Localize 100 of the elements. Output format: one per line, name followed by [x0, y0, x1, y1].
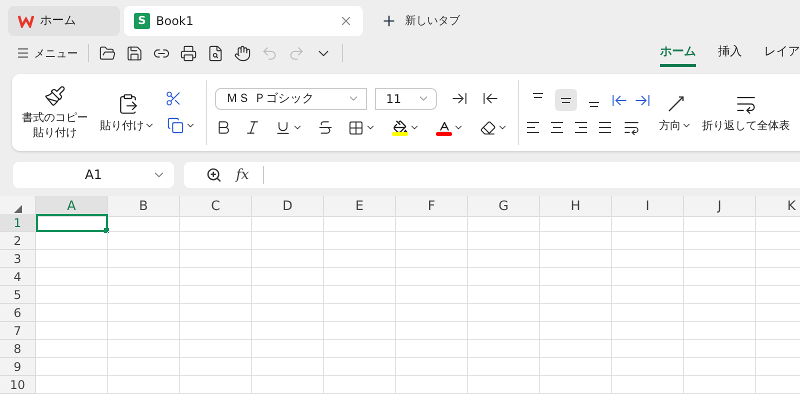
sheet-cell[interactable]	[252, 268, 324, 286]
align-center-icon[interactable]	[551, 122, 563, 133]
folder-icon[interactable]	[99, 44, 116, 62]
hand-icon[interactable]	[234, 44, 251, 62]
ribbon-tab[interactable]: レイア	[764, 39, 800, 67]
sheet-cell[interactable]	[108, 232, 180, 250]
sheet-cell[interactable]	[108, 358, 180, 376]
sheet-cell[interactable]	[396, 286, 468, 304]
paste-button[interactable]: 貼り付け	[98, 90, 157, 134]
sheet-cell[interactable]	[180, 232, 252, 250]
sheet-cell[interactable]	[684, 268, 756, 286]
sheet-cell[interactable]	[684, 250, 756, 268]
sheet-cell[interactable]	[396, 340, 468, 358]
sheet-cell[interactable]	[612, 322, 684, 340]
row-header[interactable]: 2	[0, 232, 36, 250]
sheet-cell[interactable]	[612, 268, 684, 286]
sheet-cell[interactable]	[180, 376, 252, 394]
sheet-cell[interactable]	[612, 376, 684, 394]
justify-icon[interactable]	[599, 122, 611, 133]
row-header[interactable]: 9	[0, 358, 36, 376]
sheet-cell[interactable]	[180, 304, 252, 322]
sheet-cell[interactable]	[540, 340, 612, 358]
sheet-cell[interactable]	[396, 322, 468, 340]
sheet-cell[interactable]	[36, 268, 108, 286]
sheet-cell[interactable]	[108, 340, 180, 358]
column-header[interactable]: K	[756, 196, 800, 217]
sheet-cell[interactable]	[612, 304, 684, 322]
vertical-align-button[interactable]	[555, 89, 577, 111]
sheet-cell[interactable]	[36, 286, 108, 304]
sheet-cell[interactable]	[108, 286, 180, 304]
sheet-cell[interactable]	[468, 286, 540, 304]
sheet-cell[interactable]	[540, 376, 612, 394]
sheet-cell[interactable]	[252, 250, 324, 268]
sheet-cell[interactable]	[540, 358, 612, 376]
sheet-cell[interactable]	[684, 214, 756, 232]
align-right-icon[interactable]	[575, 122, 587, 133]
sheet-cell[interactable]	[540, 214, 612, 232]
sheet-cell[interactable]	[36, 250, 108, 268]
sheet-cell[interactable]	[540, 232, 612, 250]
formula-bar[interactable]: fx	[184, 162, 800, 188]
sheet-cell[interactable]	[540, 250, 612, 268]
sheet-cell[interactable]	[180, 268, 252, 286]
strikethrough-icon[interactable]	[317, 119, 334, 136]
sheet-cell[interactable]	[324, 340, 396, 358]
sheet-cell[interactable]	[36, 376, 108, 394]
sheet-cell[interactable]	[252, 304, 324, 322]
save-icon[interactable]	[126, 44, 143, 62]
new-tab-label[interactable]: 新しいタブ	[405, 13, 460, 28]
zoom-icon[interactable]	[206, 167, 222, 183]
sheet-cell[interactable]	[324, 214, 396, 232]
sheet-cell[interactable]	[396, 376, 468, 394]
sheet-cell[interactable]	[468, 322, 540, 340]
sheet-cell[interactable]	[540, 286, 612, 304]
ribbon-tab[interactable]: ホーム	[660, 39, 696, 67]
sheet-cell[interactable]	[180, 322, 252, 340]
font-name-select[interactable]: ＭＳ Ｐゴシック	[215, 88, 367, 110]
ribbon-tab[interactable]: 挿入	[718, 39, 742, 67]
sheet-cell[interactable]	[324, 376, 396, 394]
row-header[interactable]: 6	[0, 304, 36, 322]
column-header[interactable]: D	[252, 196, 324, 217]
sheet-cell[interactable]	[468, 250, 540, 268]
sheet-cell[interactable]	[612, 286, 684, 304]
font-size-select[interactable]: 11	[375, 88, 437, 110]
sheet-cell[interactable]	[180, 358, 252, 376]
name-box[interactable]: A1	[13, 162, 174, 188]
sheet-cell[interactable]	[324, 286, 396, 304]
sheet-cell[interactable]	[468, 214, 540, 232]
sheet-cell[interactable]	[684, 304, 756, 322]
orientation-button[interactable]: 方向	[657, 90, 694, 134]
sheet-cell[interactable]	[612, 232, 684, 250]
sheet-cell[interactable]	[540, 322, 612, 340]
wrap-text-button[interactable]: 折り返して全体表	[700, 90, 792, 134]
sheet-cell[interactable]	[180, 250, 252, 268]
row-header[interactable]: 3	[0, 250, 36, 268]
print-preview-icon[interactable]	[207, 44, 224, 62]
sheet-cell[interactable]	[684, 286, 756, 304]
sheet-cell[interactable]	[252, 214, 324, 232]
sheet-cell[interactable]	[324, 304, 396, 322]
align-left-icon[interactable]	[527, 122, 539, 133]
browser-tab[interactable]: ホーム	[8, 6, 120, 36]
sheet-cell[interactable]	[252, 232, 324, 250]
sheet-cell[interactable]	[36, 304, 108, 322]
sheet-cell[interactable]	[108, 322, 180, 340]
column-header[interactable]: A	[36, 196, 108, 217]
sheet-cell[interactable]	[108, 214, 180, 232]
print-icon[interactable]	[180, 44, 197, 62]
sheet-cell[interactable]	[252, 376, 324, 394]
sheet-cell[interactable]	[180, 340, 252, 358]
sheet-cell[interactable]	[36, 232, 108, 250]
sheet-cell[interactable]	[612, 340, 684, 358]
sheet-cell[interactable]	[612, 358, 684, 376]
sheet-cell[interactable]	[396, 232, 468, 250]
sheet-cell[interactable]	[468, 340, 540, 358]
sheet-cell[interactable]	[324, 232, 396, 250]
column-header[interactable]: J	[684, 196, 756, 217]
sheet-cell[interactable]	[180, 214, 252, 232]
sheet-cell[interactable]	[108, 304, 180, 322]
sheet-cell[interactable]	[36, 322, 108, 340]
sheet-cell[interactable]	[468, 268, 540, 286]
function-button[interactable]: fx	[236, 167, 250, 183]
